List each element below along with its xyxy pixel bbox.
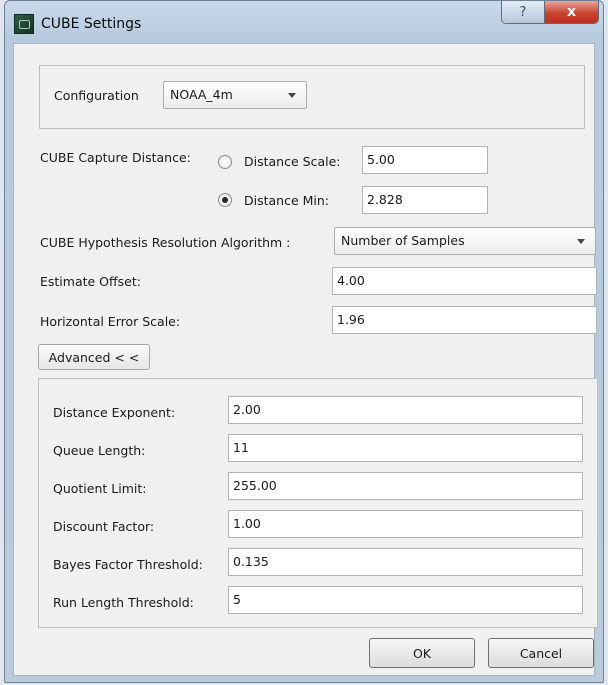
configuration-value: NOAA_4m bbox=[170, 87, 233, 102]
app-icon bbox=[14, 14, 34, 34]
close-icon: x bbox=[566, 4, 577, 20]
help-icon: ? bbox=[519, 4, 527, 20]
distance-exponent-input[interactable]: 2.00 bbox=[228, 396, 583, 424]
distance-exponent-label: Distance Exponent: bbox=[53, 405, 176, 420]
chevron-down-icon bbox=[288, 93, 296, 98]
run-length-threshold-input[interactable]: 5 bbox=[228, 586, 583, 614]
title-buttons: ? x bbox=[501, 1, 599, 24]
queue-length-label: Queue Length: bbox=[53, 443, 146, 458]
hypothesis-value: Number of Samples bbox=[341, 233, 465, 248]
capture-distance-label: CUBE Capture Distance: bbox=[40, 150, 191, 165]
advanced-rows: Distance Exponent: 2.00 Queue Length: 11… bbox=[39, 379, 597, 627]
bayes-factor-threshold-input[interactable]: 0.135 bbox=[228, 548, 583, 576]
configuration-select[interactable]: NOAA_4m bbox=[163, 81, 307, 109]
horizontal-error-input[interactable]: 1.96 bbox=[332, 306, 597, 334]
dialog-window: CUBE Settings ? x Configuration NOAA_4m … bbox=[4, 0, 604, 683]
distance-min-input[interactable]: 2.828 bbox=[362, 186, 488, 214]
hypothesis-label: CUBE Hypothesis Resolution Algorithm : bbox=[40, 235, 291, 250]
estimate-offset-input[interactable]: 4.00 bbox=[332, 267, 597, 295]
cancel-button-label: Cancel bbox=[519, 645, 563, 661]
discount-factor-label: Discount Factor: bbox=[53, 519, 155, 534]
distance-scale-label: Distance Scale: bbox=[244, 154, 341, 169]
ok-button[interactable]: OK bbox=[369, 638, 475, 668]
distance-min-label: Distance Min: bbox=[244, 193, 330, 208]
advanced-toggle-button[interactable]: Advanced < < bbox=[38, 344, 150, 370]
cancel-button[interactable]: Cancel bbox=[488, 638, 594, 668]
distance-min-radio[interactable] bbox=[218, 193, 232, 207]
advanced-group: Distance Exponent: 2.00 Queue Length: 11… bbox=[38, 378, 598, 628]
distance-scale-radio[interactable] bbox=[218, 155, 232, 169]
horizontal-error-label: Horizontal Error Scale: bbox=[40, 314, 181, 329]
quotient-limit-input[interactable]: 255.00 bbox=[228, 472, 583, 500]
quotient-limit-label: Quotient Limit: bbox=[53, 481, 147, 496]
window-title: CUBE Settings bbox=[41, 16, 142, 32]
configuration-label: Configuration bbox=[54, 88, 139, 103]
dialog-body: Configuration NOAA_4m CUBE Capture Dista… bbox=[13, 43, 598, 676]
close-button[interactable]: x bbox=[545, 1, 598, 23]
ok-button-label: OK bbox=[412, 645, 432, 661]
hypothesis-select[interactable]: Number of Samples bbox=[334, 227, 596, 255]
discount-factor-input[interactable]: 1.00 bbox=[228, 510, 583, 538]
run-length-threshold-label: Run Length Threshold: bbox=[53, 595, 194, 610]
distance-scale-input[interactable]: 5.00 bbox=[362, 146, 488, 174]
help-button[interactable]: ? bbox=[502, 1, 545, 23]
estimate-offset-label: Estimate Offset: bbox=[40, 274, 141, 289]
queue-length-input[interactable]: 11 bbox=[228, 434, 583, 462]
title-bar[interactable]: CUBE Settings ? x bbox=[5, 1, 603, 43]
chevron-down-icon bbox=[577, 239, 585, 244]
bayes-factor-threshold-label: Bayes Factor Threshold: bbox=[53, 557, 203, 572]
configuration-group: Configuration NOAA_4m bbox=[39, 65, 585, 129]
advanced-toggle-label: Advanced < < bbox=[48, 349, 140, 365]
